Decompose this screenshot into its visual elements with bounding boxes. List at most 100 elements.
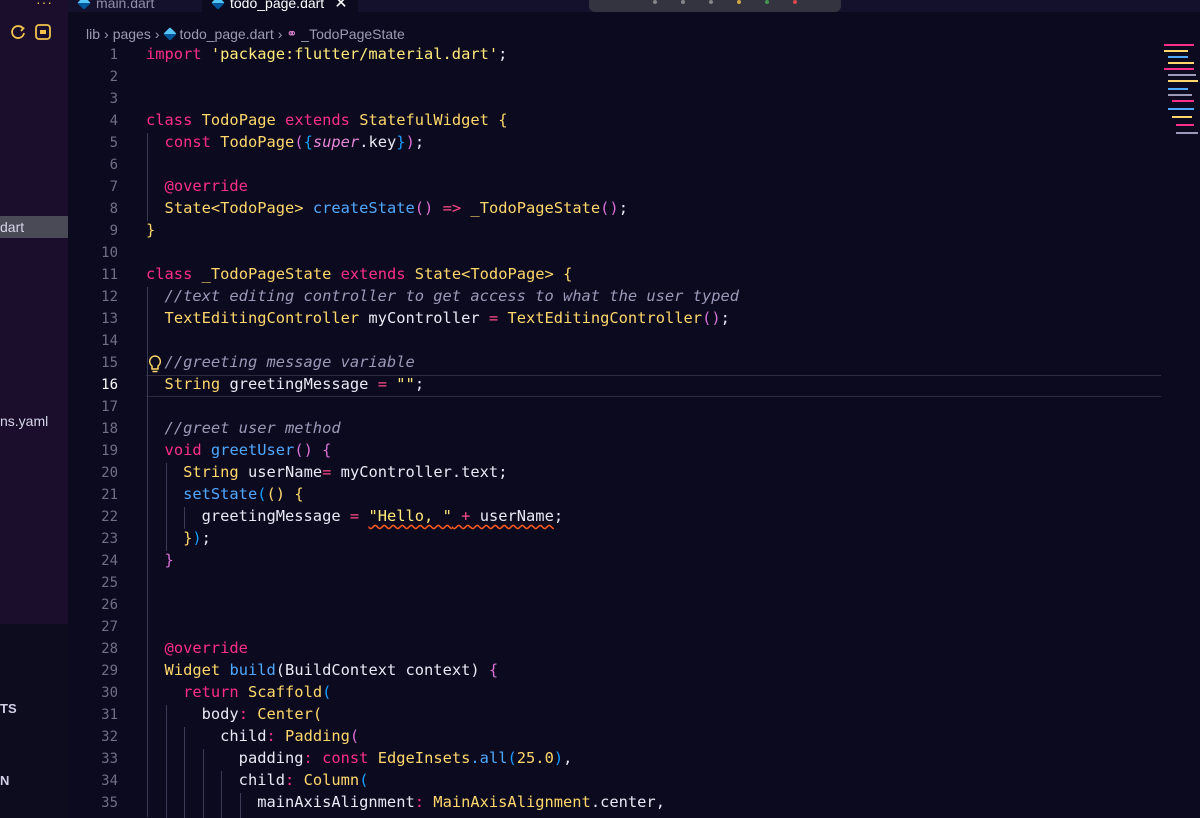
sidebar-item-label: ns.yaml <box>0 413 49 429</box>
sidebar-item-label: dart <box>0 219 25 235</box>
debug-toolbar <box>589 0 841 12</box>
database-icon[interactable] <box>34 24 51 40</box>
toolbar-dot[interactable] <box>737 0 741 4</box>
code-line-28: @override <box>164 639 248 657</box>
explorer-sidebar: ··· dart ns.yaml TS N <box>0 0 68 818</box>
line-number: 31 <box>101 707 118 723</box>
code-line-15: //greeting message variable <box>164 353 415 371</box>
toolbar-dot[interactable] <box>793 0 797 4</box>
dart-file-icon <box>211 0 225 10</box>
tab-label: todo_page.dart <box>230 0 325 11</box>
line-number: 16 <box>101 377 118 393</box>
code-line-30: return Scaffold( <box>183 683 332 701</box>
line-number: 21 <box>101 487 118 503</box>
chevron-right-icon: › <box>277 26 283 42</box>
code-line-16: String greetingMessage = ""; <box>164 375 425 393</box>
more-actions-icon[interactable]: ··· <box>36 0 53 10</box>
dart-file-icon <box>77 0 91 10</box>
line-number: 14 <box>101 333 118 349</box>
line-number: 33 <box>101 751 118 767</box>
line-number: 32 <box>101 729 118 745</box>
line-number: 35 <box>101 795 118 811</box>
sidebar-bottom-panel: TS N <box>0 624 68 818</box>
toolbar-dot[interactable] <box>653 0 657 4</box>
code-line-20: String userName= myController.text; <box>183 463 508 481</box>
breadcrumb-item[interactable]: pages <box>113 26 151 42</box>
code-line-11: class _TodoPageState extends State<TodoP… <box>146 265 573 283</box>
code-line-33: padding: const EdgeInsets.all(25.0), <box>238 749 573 767</box>
line-number: 24 <box>101 553 118 569</box>
line-number: 18 <box>101 421 118 437</box>
line-number: 7 <box>109 179 118 195</box>
line-number: 19 <box>101 443 118 459</box>
sidebar-item-yaml-file[interactable]: ns.yaml <box>0 411 68 431</box>
code-line-24: } <box>164 551 174 569</box>
chevron-right-icon: › <box>154 26 160 42</box>
line-number: 17 <box>101 399 118 415</box>
line-number: 22 <box>101 509 118 525</box>
line-number: 5 <box>109 135 118 151</box>
code-line-5: const TodoPage({super.key}); <box>164 133 425 151</box>
tab-main-dart[interactable]: main.dart <box>77 0 155 12</box>
code-line-35: mainAxisAlignment: MainAxisAlignment.cen… <box>257 793 665 811</box>
line-number: 4 <box>109 113 118 129</box>
line-number: 1 <box>109 47 118 63</box>
line-number: 3 <box>109 91 118 107</box>
breadcrumb-item[interactable]: _TodoPageState <box>301 26 405 42</box>
line-number: 27 <box>101 619 118 635</box>
code-line-12: //text editing controller to get access … <box>164 287 740 305</box>
line-number: 30 <box>101 685 118 701</box>
sidebar-header: ··· <box>0 0 68 22</box>
code-line-22: greetingMessage = "Hello, " + userName; <box>201 507 564 525</box>
toolbar-dot[interactable] <box>765 0 769 4</box>
code-line-32: child: Padding( <box>220 727 360 745</box>
line-number: 25 <box>101 575 118 591</box>
code-line-1: import 'package:flutter/material.dart'; <box>146 45 508 63</box>
line-number: 9 <box>109 223 118 239</box>
section-header[interactable]: N <box>0 773 9 788</box>
sidebar-item-dart-file[interactable]: dart <box>0 216 68 238</box>
line-number: 20 <box>101 465 118 481</box>
code-line-18: //greet user method <box>164 419 341 437</box>
tab-label: main.dart <box>96 0 155 11</box>
toolbar-dot[interactable] <box>709 0 713 4</box>
code-line-31: body: Center( <box>201 705 323 723</box>
code-line-29: Widget build(BuildContext context) { <box>164 661 499 679</box>
line-number: 26 <box>101 597 118 613</box>
code-line-19: void greetUser() { <box>164 441 332 459</box>
code-line-34: child: Column( <box>238 771 369 789</box>
class-symbol-icon: ⚭ <box>286 26 298 41</box>
code-line-9: } <box>146 221 156 239</box>
toolbar-dot[interactable] <box>681 0 685 4</box>
line-number: 28 <box>101 641 118 657</box>
line-number: 2 <box>109 69 118 85</box>
close-icon[interactable]: ✕ <box>334 0 347 12</box>
line-number: 34 <box>101 773 118 789</box>
line-number: 6 <box>109 157 118 173</box>
code-line-13: TextEditingController myController = Tex… <box>164 309 730 327</box>
line-number: 11 <box>101 267 118 283</box>
tab-bar: main.dart todo_page.dart ✕ <box>68 0 1200 12</box>
line-number: 15 <box>101 355 118 371</box>
breadcrumb: lib › pages › todo_page.dart › ⚭ _TodoPa… <box>86 24 405 44</box>
code-line-7: @override <box>164 177 248 195</box>
tab-todo-page-dart[interactable]: todo_page.dart ✕ <box>202 0 358 12</box>
code-line-23: }); <box>183 529 211 547</box>
line-number: 10 <box>101 245 118 261</box>
line-number: 12 <box>101 289 118 305</box>
breadcrumb-item[interactable]: todo_page.dart <box>180 26 274 42</box>
code-editor[interactable]: 1 2 3 4 5 6 7 8 9 10 11 12 13 14 15 16 17 18 19 20 21 22 23 24 2… <box>68 45 1200 818</box>
lint-warning-underline[interactable]: "Hello, " + userName <box>368 507 553 525</box>
code-line-4: class TodoPage extends StatefulWidget { <box>146 111 508 129</box>
line-number: 29 <box>101 663 118 679</box>
code-line-8: State<TodoPage> createState() => _TodoPa… <box>164 199 628 217</box>
line-number: 13 <box>101 311 118 327</box>
line-number: 8 <box>109 201 118 217</box>
refresh-icon[interactable] <box>10 24 26 40</box>
section-header[interactable]: TS <box>0 701 17 716</box>
dart-file-icon <box>162 27 177 41</box>
breadcrumb-item[interactable]: lib <box>86 26 100 42</box>
chevron-right-icon: › <box>104 26 109 42</box>
line-number: 23 <box>101 531 118 547</box>
code-line-21: setState(() { <box>183 485 304 503</box>
